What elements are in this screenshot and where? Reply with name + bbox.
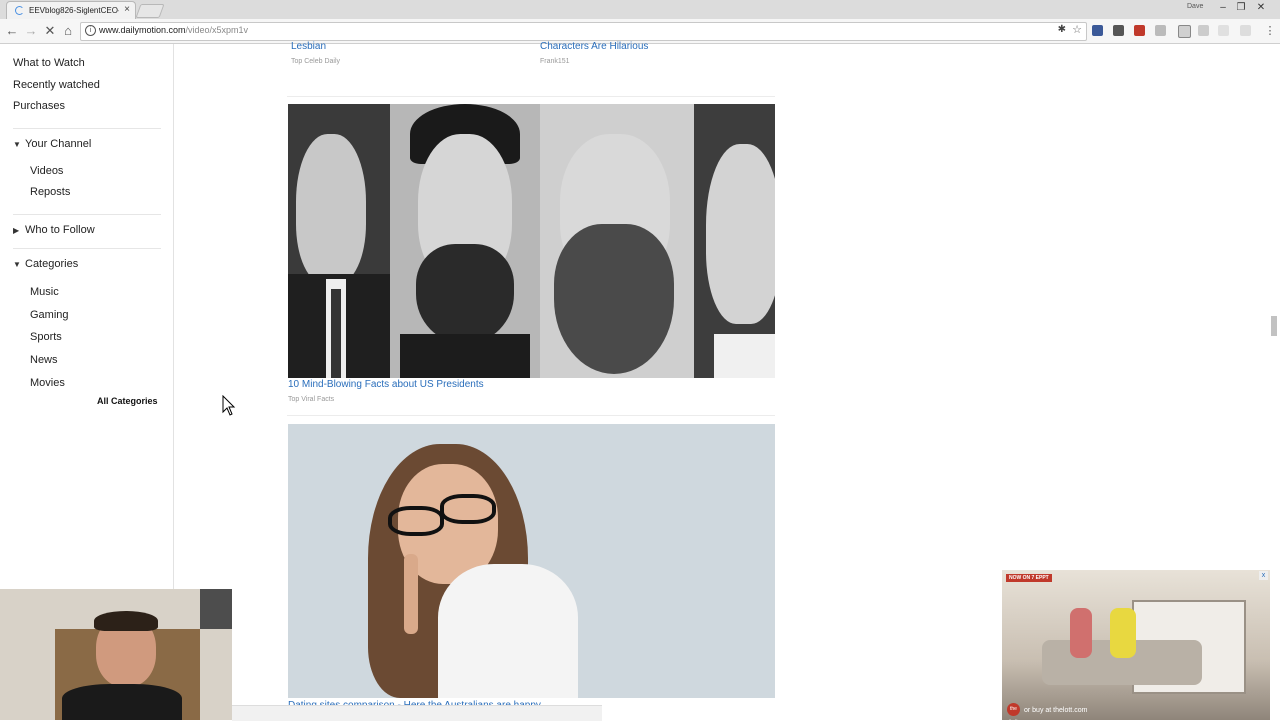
loading-spinner-icon xyxy=(15,6,24,15)
extension-icon[interactable] xyxy=(1155,25,1166,36)
stop-loading-icon[interactable]: ✕ xyxy=(42,23,58,39)
ad-cta[interactable]: or buy at thelott.com xyxy=(1024,707,1087,714)
portrait xyxy=(694,104,775,378)
extension-icon[interactable] xyxy=(1113,25,1124,36)
divider xyxy=(13,128,161,129)
sidebar-item-what-to-watch[interactable]: What to Watch xyxy=(13,57,85,69)
video-thumbnail[interactable] xyxy=(288,424,775,698)
browser-tab-bar: EEVblog826-SiglentCEO- × Dave – ❐ ✕ xyxy=(0,0,1280,20)
sidebar-item-music[interactable]: Music xyxy=(30,286,59,298)
all-categories-link[interactable]: All Categories xyxy=(97,396,158,406)
video-title-link[interactable]: 10 Mind-Blowing Facts about US President… xyxy=(288,379,484,390)
sidebar-item-gaming[interactable]: Gaming xyxy=(30,309,69,321)
address-bar[interactable]: i www.dailymotion.com/video/x5xpm1v ✱ ☆ xyxy=(80,22,1087,41)
divider xyxy=(287,96,775,97)
divider xyxy=(13,214,161,215)
sidebar-item-sports[interactable]: Sports xyxy=(30,331,62,343)
back-icon[interactable]: ← xyxy=(4,23,20,39)
shirt xyxy=(438,564,578,698)
status-bar xyxy=(232,705,602,721)
sidebar-item-movies[interactable]: Movies xyxy=(30,377,65,389)
sidebar-section-your-channel[interactable]: ▼ Your Channel xyxy=(13,138,91,150)
section-label: Who to Follow xyxy=(25,224,95,236)
home-icon[interactable]: ⌂ xyxy=(60,23,76,39)
translate-icon[interactable]: ✱ xyxy=(1058,24,1066,35)
forward-icon[interactable]: → xyxy=(23,23,39,39)
video-source[interactable]: Top Viral Facts xyxy=(288,396,334,403)
site-info-icon[interactable]: i xyxy=(85,25,96,36)
lott-logo: the Lott xyxy=(1007,703,1020,720)
sidebar-item-news[interactable]: News xyxy=(30,354,58,366)
extension-icon[interactable] xyxy=(1178,25,1191,38)
sidebar-item-recently-watched[interactable]: Recently watched xyxy=(13,79,100,91)
profile-name[interactable]: Dave xyxy=(1187,3,1203,10)
scrollbar-thumb[interactable] xyxy=(1271,316,1277,336)
address-url: www.dailymotion.com/video/x5xpm1v xyxy=(99,25,248,35)
extension-icon[interactable] xyxy=(1092,25,1103,36)
menu-icon[interactable]: ⋮ xyxy=(1262,23,1278,39)
caret-right-icon: ▶ xyxy=(13,226,20,235)
sidebar-item-reposts[interactable]: Reposts xyxy=(30,186,70,198)
window-close-icon[interactable]: ✕ xyxy=(1254,2,1268,13)
new-tab-button[interactable] xyxy=(135,4,165,18)
divider xyxy=(13,248,161,249)
video-thumbnail[interactable] xyxy=(288,104,775,378)
tab-close-button[interactable]: × xyxy=(124,4,130,15)
person xyxy=(1070,608,1092,658)
bookmark-star-icon[interactable]: ☆ xyxy=(1072,23,1082,36)
browser-tab[interactable]: EEVblog826-SiglentCEO- × xyxy=(6,1,136,20)
sidebar-item-purchases[interactable]: Purchases xyxy=(13,100,65,112)
extension-icon[interactable] xyxy=(1134,25,1145,36)
caret-down-icon: ▼ xyxy=(13,140,21,149)
section-label: Categories xyxy=(25,258,79,270)
ad-close-button[interactable]: x xyxy=(1259,571,1268,580)
mouse-cursor-icon xyxy=(222,395,236,416)
sidebar-section-categories[interactable]: ▼ Categories xyxy=(13,258,78,270)
video-ad[interactable]: NOW ON 7 EPPT the Lott or buy at thelott… xyxy=(1002,570,1270,720)
extension-icon[interactable] xyxy=(1198,25,1209,36)
webcam-overlay xyxy=(0,589,232,720)
video-title-link[interactable]: Characters Are Hilarious xyxy=(540,41,648,52)
caret-down-icon: ▼ xyxy=(13,260,21,269)
ad-badge: NOW ON 7 EPPT xyxy=(1006,574,1052,582)
portrait xyxy=(390,104,540,378)
sidebar-item-videos[interactable]: Videos xyxy=(30,165,63,177)
video-source[interactable]: Frank151 xyxy=(540,58,570,65)
glasses xyxy=(388,506,444,536)
video-title-link[interactable]: Lesbian xyxy=(291,41,326,52)
tab-title: EEVblog826-SiglentCEO- xyxy=(29,6,119,15)
divider xyxy=(287,415,775,416)
section-label: Your Channel xyxy=(25,138,92,150)
restore-icon[interactable]: ❐ xyxy=(1234,2,1248,13)
url-path: /video/x5xpm1v xyxy=(185,25,249,35)
portrait xyxy=(288,104,390,378)
person xyxy=(1110,608,1136,658)
minimize-icon[interactable]: – xyxy=(1216,2,1230,13)
video-source[interactable]: Top Celeb Daily xyxy=(291,58,340,65)
url-host: www.dailymotion.com xyxy=(99,25,186,35)
sidebar-section-who-to-follow[interactable]: ▶ Who to Follow xyxy=(13,224,95,236)
extension-icon[interactable] xyxy=(1218,25,1229,36)
extension-icon[interactable] xyxy=(1240,25,1251,36)
portrait xyxy=(540,104,694,378)
